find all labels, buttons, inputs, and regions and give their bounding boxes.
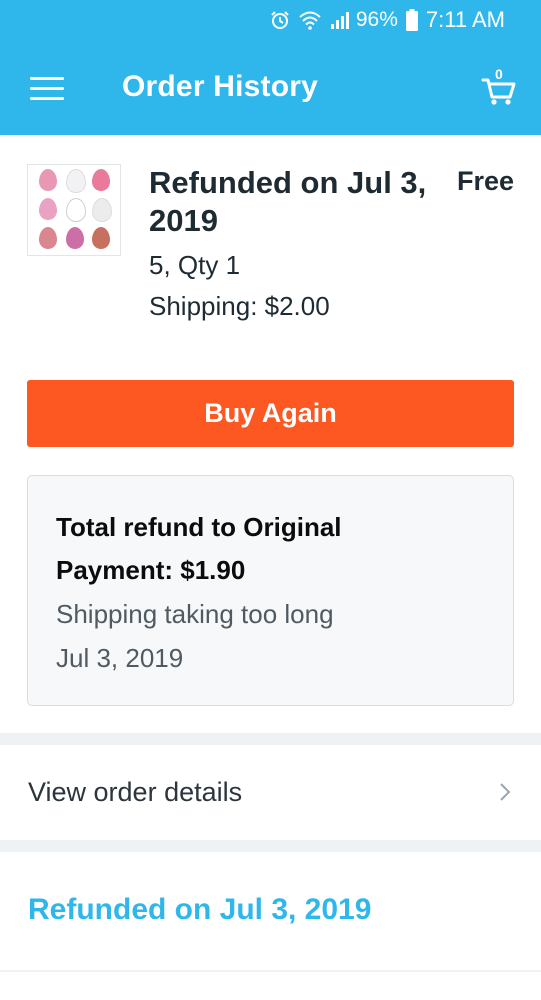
next-order-status-title: Refunded on Jul 3, 2019	[28, 893, 372, 926]
battery-icon	[405, 9, 418, 31]
view-order-details-label: View order details	[28, 777, 243, 807]
battery-percent: 96%	[355, 8, 398, 31]
refund-info-box: Total refund to Original Payment: $1.90 …	[27, 475, 514, 706]
status-bar: 96% 7:11 AM	[0, 0, 541, 40]
status-time: 7:11 AM	[425, 7, 505, 32]
section-divider	[0, 733, 541, 745]
cart-count-badge: 0	[495, 66, 503, 82]
refund-total: Total refund to Original Payment: $1.90	[56, 512, 342, 585]
product-quantity: 5, Qty 1	[149, 250, 241, 280]
wifi-icon	[298, 10, 322, 30]
menu-icon[interactable]	[30, 77, 64, 100]
order-status-title: Refunded on Jul 3, 2019	[149, 165, 427, 238]
chevron-right-icon	[499, 781, 511, 809]
view-order-details-row[interactable]: View order details	[0, 745, 541, 840]
product-image[interactable]	[27, 164, 121, 256]
signal-icon	[330, 10, 352, 30]
cart-icon[interactable]: 0	[481, 66, 517, 106]
buy-again-button[interactable]: Buy Again	[27, 380, 514, 447]
section-divider	[0, 970, 541, 972]
product-price: Free	[456, 166, 514, 196]
refund-reason: Shipping taking too long	[56, 599, 334, 629]
refund-date: Jul 3, 2019	[56, 643, 184, 673]
section-divider	[0, 840, 541, 852]
page-title: Order History	[122, 70, 318, 103]
app-bar: Order History 0	[0, 40, 541, 135]
product-shipping: Shipping: $2.00	[149, 291, 330, 321]
alarm-icon	[270, 10, 290, 30]
